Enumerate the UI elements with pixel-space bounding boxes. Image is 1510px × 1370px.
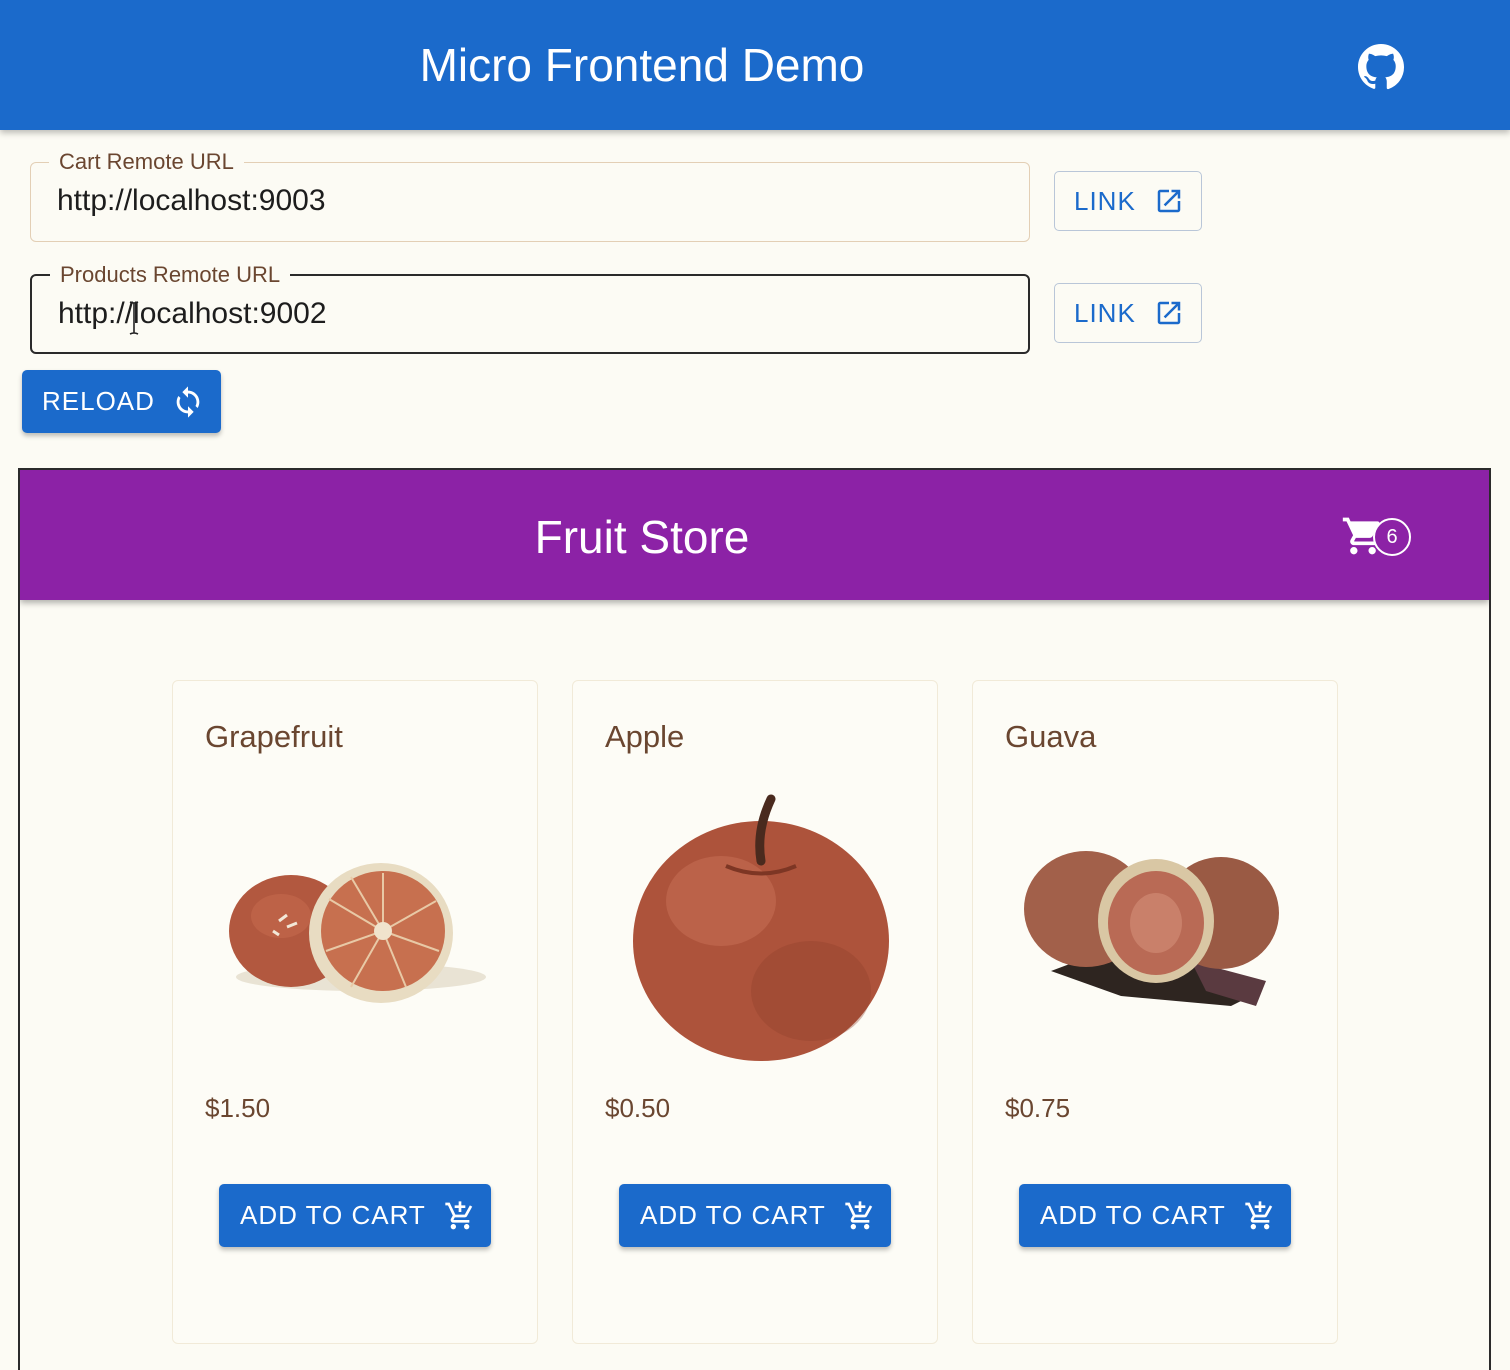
reload-button[interactable]: RELOAD (22, 370, 221, 433)
product-price: $0.75 (1005, 1093, 1071, 1123)
app-title: Micro Frontend Demo (419, 39, 865, 91)
store-title: Fruit Store (534, 511, 750, 563)
add-to-cart-button[interactable]: ADD TO CART (619, 1184, 891, 1247)
products-link-button[interactable]: LINK (1054, 283, 1202, 343)
cart-remote-url-input[interactable] (57, 181, 997, 221)
text-cursor-icon (129, 301, 139, 335)
products-remote-url-input[interactable] (58, 294, 998, 334)
products-remote-url-field[interactable]: Products Remote URL (30, 262, 1030, 354)
add-shopping-cart-icon (1245, 1200, 1273, 1229)
remote-app-frame: Fruit Store 6 Grapefruit $1.50 ADD TO CA… (18, 468, 1491, 1370)
add-to-cart-label: ADD TO CART (640, 1200, 826, 1230)
product-name: Apple (605, 719, 685, 754)
cart-remote-url-field[interactable]: Cart Remote URL (30, 149, 1030, 242)
product-name: Guava (1005, 719, 1097, 754)
product-price: $0.50 (605, 1093, 671, 1123)
reload-label: RELOAD (42, 386, 155, 416)
product-name: Grapefruit (205, 719, 343, 754)
store-header: Fruit Store 6 (20, 470, 1489, 600)
cart-link-button[interactable]: LINK (1054, 171, 1202, 231)
products-remote-url-label: Products Remote URL (50, 262, 291, 288)
add-to-cart-button[interactable]: ADD TO CART (219, 1184, 491, 1247)
cart-link-label: LINK (1074, 185, 1136, 216)
open-in-new-icon (1157, 189, 1181, 213)
github-icon[interactable] (1357, 43, 1405, 91)
product-card: Apple $0.50 ADD TO CART (572, 680, 938, 1344)
add-shopping-cart-icon (845, 1200, 873, 1229)
add-to-cart-label: ADD TO CART (1040, 1200, 1226, 1230)
guava-image (1024, 851, 1279, 1006)
cart-remote-url-label: Cart Remote URL (49, 149, 244, 175)
add-to-cart-label: ADD TO CART (240, 1200, 426, 1230)
grapefruit-image (229, 863, 486, 1003)
apple-image (633, 794, 889, 1061)
add-shopping-cart-icon (445, 1200, 473, 1229)
add-to-cart-button[interactable]: ADD TO CART (1019, 1184, 1291, 1247)
products-link-label: LINK (1074, 297, 1136, 328)
app-header: Micro Frontend Demo (0, 0, 1510, 130)
open-in-new-icon (1157, 301, 1181, 325)
cart-count-badge: 6 (1373, 518, 1411, 556)
product-card: Grapefruit $1.50 ADD TO CART (172, 680, 538, 1344)
product-card: Guava $0.75 ADD TO CART (972, 680, 1338, 1344)
sync-icon (176, 385, 200, 418)
product-price: $1.50 (205, 1093, 271, 1123)
